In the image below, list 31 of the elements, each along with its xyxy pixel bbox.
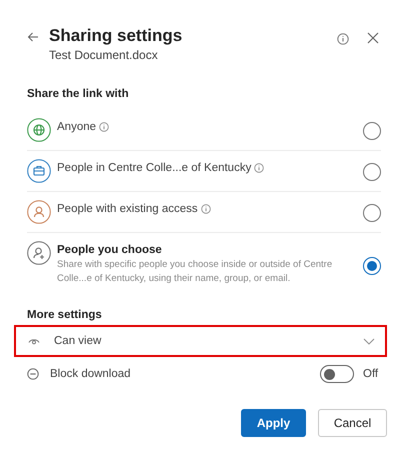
file-name: Test Document.docx [49, 48, 159, 62]
info-icon[interactable] [200, 204, 211, 214]
close-icon [367, 32, 379, 44]
block-download-toggle[interactable] [320, 365, 354, 383]
info-icon[interactable] [254, 163, 264, 173]
close-button[interactable] [367, 32, 379, 44]
block-download-label: Block download [50, 368, 131, 380]
eye-icon [28, 337, 40, 345]
radio-button[interactable] [363, 163, 381, 181]
info-icon [337, 33, 349, 45]
back-button[interactable] [27, 32, 39, 42]
radio-button[interactable] [363, 256, 381, 274]
option-description: Share with specific people you choose inside or outside of Centre Colle...e of Kentucky, using their name, group, or email. [57, 258, 334, 286]
back-arrow-icon [27, 32, 39, 42]
dialog-title: Sharing settings [49, 26, 184, 46]
chevron-down-icon [363, 338, 375, 344]
permission-dropdown[interactable]: Can view [14, 325, 387, 357]
option-label: People in Centre Colle...e of Kentucky [57, 162, 252, 174]
option-label: People you choose [57, 244, 162, 256]
option-label: Anyone [57, 121, 96, 133]
section-heading: Share the link with [27, 88, 130, 100]
radio-button[interactable] [363, 204, 381, 222]
info-icon[interactable] [99, 122, 110, 132]
secondary-button[interactable]: Cancel [318, 409, 387, 437]
toggle-state-label: Off [363, 368, 380, 380]
primary-button[interactable]: Apply [241, 409, 306, 437]
section-heading: More settings [27, 309, 103, 321]
block-icon [27, 368, 39, 380]
option-label: People with existing access [57, 203, 198, 215]
radio-button[interactable] [363, 122, 381, 140]
info-button[interactable] [337, 33, 349, 45]
